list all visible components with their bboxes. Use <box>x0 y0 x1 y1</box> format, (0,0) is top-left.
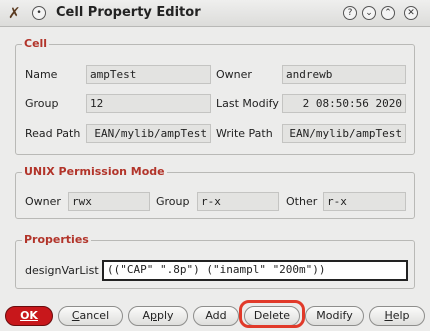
unix-permission-title: UNIX Permission Mode <box>22 165 167 178</box>
group-field[interactable]: 12 <box>86 94 211 113</box>
apply-mnemonic: p <box>149 309 157 322</box>
help-icon[interactable]: ? <box>343 6 357 20</box>
properties-title: Properties <box>22 233 91 246</box>
ok-button[interactable]: OK <box>5 306 53 326</box>
apply-label-end: ply <box>156 309 174 322</box>
cancel-mnemonic: C <box>71 309 80 322</box>
help-button[interactable]: Help <box>369 306 425 326</box>
title-bar: ✗ • Cell Property Editor ? ⌄ ⌃ ✕ <box>0 0 430 27</box>
read-path-label: Read Path <box>25 127 81 140</box>
unix-owner-label: Owner <box>25 195 61 208</box>
delete-highlight-ring <box>239 300 305 328</box>
cancel-button[interactable]: Cancel <box>58 306 123 326</box>
add-button[interactable]: Add <box>193 306 239 326</box>
maximize-icon[interactable]: ⌃ <box>381 6 395 20</box>
name-label: Name <box>25 68 58 81</box>
help-mnemonic: H <box>384 309 393 322</box>
group-label: Group <box>25 97 59 110</box>
add-label: Add <box>205 309 227 322</box>
unix-other-field[interactable]: r-x <box>323 192 406 211</box>
name-field[interactable]: ampTest <box>86 65 211 84</box>
modify-button[interactable]: Modify <box>305 306 364 326</box>
properties-group: Properties designVarList (("CAP" ".8p") … <box>15 233 415 289</box>
help-label: elp <box>392 309 410 322</box>
owner-label: Owner <box>216 68 252 81</box>
apply-button[interactable]: Apply <box>128 306 188 326</box>
ok-button-label: OK <box>20 309 38 322</box>
app-icon: ✗ <box>8 4 21 22</box>
last-modify-label: Last Modify <box>216 97 279 110</box>
close-icon[interactable]: ✕ <box>404 6 418 20</box>
unix-permission-group: UNIX Permission Mode Owner rwx Group r-x… <box>15 165 415 219</box>
unix-group-label: Group <box>156 195 190 208</box>
read-path-field[interactable]: EAN/mylib/ampTest <box>86 124 211 143</box>
minimize-icon[interactable]: ⌄ <box>362 6 376 20</box>
owner-field[interactable]: andrewb <box>282 65 406 84</box>
window-menu-icon[interactable]: • <box>32 6 46 20</box>
unix-other-label: Other <box>286 195 318 208</box>
cancel-label: ancel <box>79 309 110 322</box>
cell-group: Cell Name ampTest Owner andrewb Group 12… <box>15 37 415 155</box>
write-path-field[interactable]: EAN/mylib/ampTest <box>282 124 406 143</box>
apply-label-start: A <box>142 309 150 322</box>
unix-owner-field[interactable]: rwx <box>68 192 150 211</box>
window-title: Cell Property Editor <box>56 5 201 20</box>
last-modify-field[interactable]: 2 08:50:56 2020 <box>282 94 406 113</box>
write-path-label: Write Path <box>216 127 273 140</box>
button-bar: OK Cancel Apply Add Delete Modify Help <box>0 300 430 331</box>
cell-group-title: Cell <box>22 37 50 50</box>
modify-label: Modify <box>316 309 353 322</box>
unix-group-field[interactable]: r-x <box>197 192 279 211</box>
design-var-list-field[interactable]: (("CAP" ".8p") ("inampl" "200m")) <box>102 260 408 281</box>
design-var-list-label: designVarList <box>25 264 99 277</box>
